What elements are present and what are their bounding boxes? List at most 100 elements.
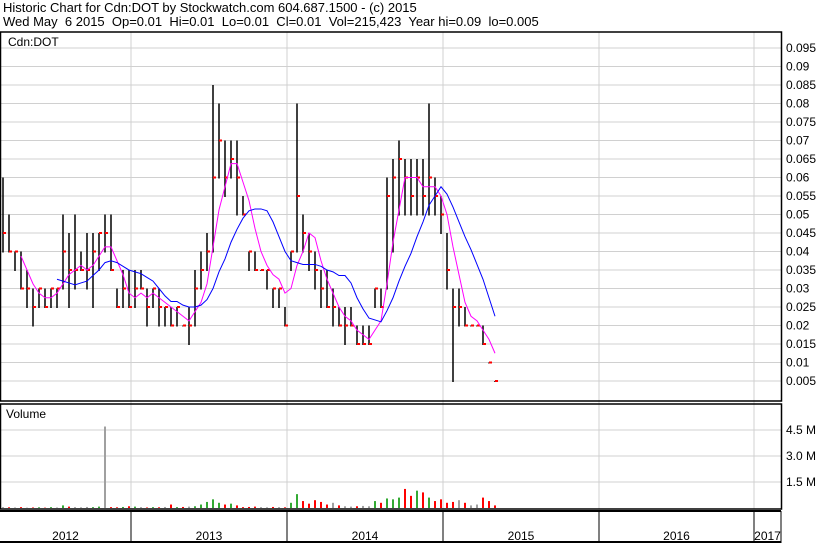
price-tick-label: 0.02 xyxy=(786,319,810,333)
price-tick-label: 0.045 xyxy=(786,226,816,240)
moving-average-short xyxy=(20,163,496,354)
price-tick-label: 0.07 xyxy=(786,134,810,148)
volume-bar xyxy=(476,504,478,508)
volume-bar xyxy=(308,503,310,508)
volume-bar xyxy=(482,497,484,508)
price-tick-label: 0.03 xyxy=(786,282,810,296)
volume-bar xyxy=(440,499,442,508)
volume-bar xyxy=(380,502,382,508)
volume-bar xyxy=(452,501,454,508)
volume-bar xyxy=(386,498,388,508)
volume-tick-label: 4.5 M xyxy=(786,423,816,437)
volume-bar xyxy=(284,507,286,508)
volume-bar xyxy=(332,502,334,508)
volume-bar xyxy=(206,501,208,508)
volume-bar xyxy=(104,426,106,508)
volume-bar xyxy=(32,507,34,508)
volume-bar xyxy=(494,505,496,508)
volume-bar xyxy=(242,507,244,508)
year-tick-label: 2017 xyxy=(754,529,781,543)
price-tick-label: 0.065 xyxy=(786,152,816,166)
volume-bar xyxy=(344,506,346,508)
price-tick-label: 0.04 xyxy=(786,245,810,259)
volume-bar xyxy=(224,504,226,508)
volume-bar xyxy=(14,507,16,508)
volume-bar xyxy=(488,501,490,508)
volume-bar xyxy=(182,506,184,508)
price-tick-label: 0.095 xyxy=(786,41,816,55)
symbol-label: Cdn:DOT xyxy=(8,35,59,49)
volume-bar xyxy=(86,506,88,508)
volume-bar xyxy=(56,507,58,508)
volume-bar xyxy=(398,497,400,508)
volume-bar xyxy=(200,504,202,508)
volume-bar xyxy=(350,506,352,508)
volume-bar xyxy=(158,507,160,508)
volume-bar xyxy=(338,505,340,508)
year-tick-label: 2014 xyxy=(352,529,379,543)
price-tick-label: 0.085 xyxy=(786,78,816,92)
volume-bar xyxy=(356,506,358,508)
volume-bar xyxy=(404,488,406,508)
year-tick-label: 2016 xyxy=(663,529,690,543)
price-tick-label: 0.035 xyxy=(786,263,816,277)
volume-bar xyxy=(368,506,370,508)
volume-bar xyxy=(422,492,424,508)
volume-bar xyxy=(140,507,142,508)
volume-bar xyxy=(62,505,64,508)
volume-bar xyxy=(266,507,268,508)
volume-bar xyxy=(458,500,460,508)
price-tick-label: 0.025 xyxy=(786,300,816,314)
volume-bar xyxy=(188,506,190,508)
volume-bar xyxy=(272,506,274,508)
volume-bar xyxy=(8,507,10,508)
volume-bar xyxy=(68,506,70,508)
volume-bar xyxy=(464,502,466,508)
volume-bar xyxy=(392,499,394,508)
volume-bar xyxy=(170,504,172,508)
year-tick-label: 2012 xyxy=(52,529,79,543)
volume-bar xyxy=(218,502,220,508)
volume-bar xyxy=(98,506,100,508)
volume-bar xyxy=(38,507,40,508)
volume-bar xyxy=(260,507,262,508)
volume-bar xyxy=(410,495,412,508)
volume-bar xyxy=(362,505,364,508)
price-tick-label: 0.01 xyxy=(786,356,810,370)
volume-bar xyxy=(320,501,322,508)
volume-bar xyxy=(80,507,82,508)
year-tick-label: 2015 xyxy=(508,529,535,543)
volume-bar xyxy=(212,499,214,508)
volume-bar xyxy=(428,497,430,508)
price-tick-label: 0.055 xyxy=(786,189,816,203)
price-tick-label: 0.075 xyxy=(786,115,816,129)
volume-bar xyxy=(296,494,298,508)
volume-bar xyxy=(128,506,130,508)
volume-bar xyxy=(50,507,52,508)
chart-window: Historic Chart for Cdn:DOT by Stockwatch… xyxy=(0,0,830,543)
year-tick-label: 2013 xyxy=(196,529,223,543)
price-tick-label: 0.06 xyxy=(786,171,810,185)
volume-bar xyxy=(134,506,136,508)
volume-bar xyxy=(164,506,166,508)
volume-tick-label: 1.5 M xyxy=(786,475,816,489)
volume-tick-label: 3.0 M xyxy=(786,449,816,463)
volume-bar xyxy=(416,490,418,508)
volume-bar xyxy=(290,502,292,508)
volume-bar xyxy=(314,500,316,508)
volume-bar xyxy=(446,502,448,508)
volume-bar xyxy=(374,501,376,508)
volume-bar xyxy=(302,501,304,508)
volume-bar xyxy=(254,506,256,508)
volume-bar xyxy=(146,507,148,508)
price-tick-label: 0.05 xyxy=(786,208,810,222)
volume-bar xyxy=(176,507,178,508)
price-tick-label: 0.09 xyxy=(786,60,810,74)
volume-bar xyxy=(230,503,232,508)
volume-label: Volume xyxy=(6,407,46,421)
volume-bar xyxy=(248,506,250,508)
price-tick-label: 0.08 xyxy=(786,97,810,111)
price-tick-label: 0.005 xyxy=(786,374,816,388)
price-panel-frame xyxy=(0,31,783,402)
volume-bar xyxy=(434,501,436,508)
